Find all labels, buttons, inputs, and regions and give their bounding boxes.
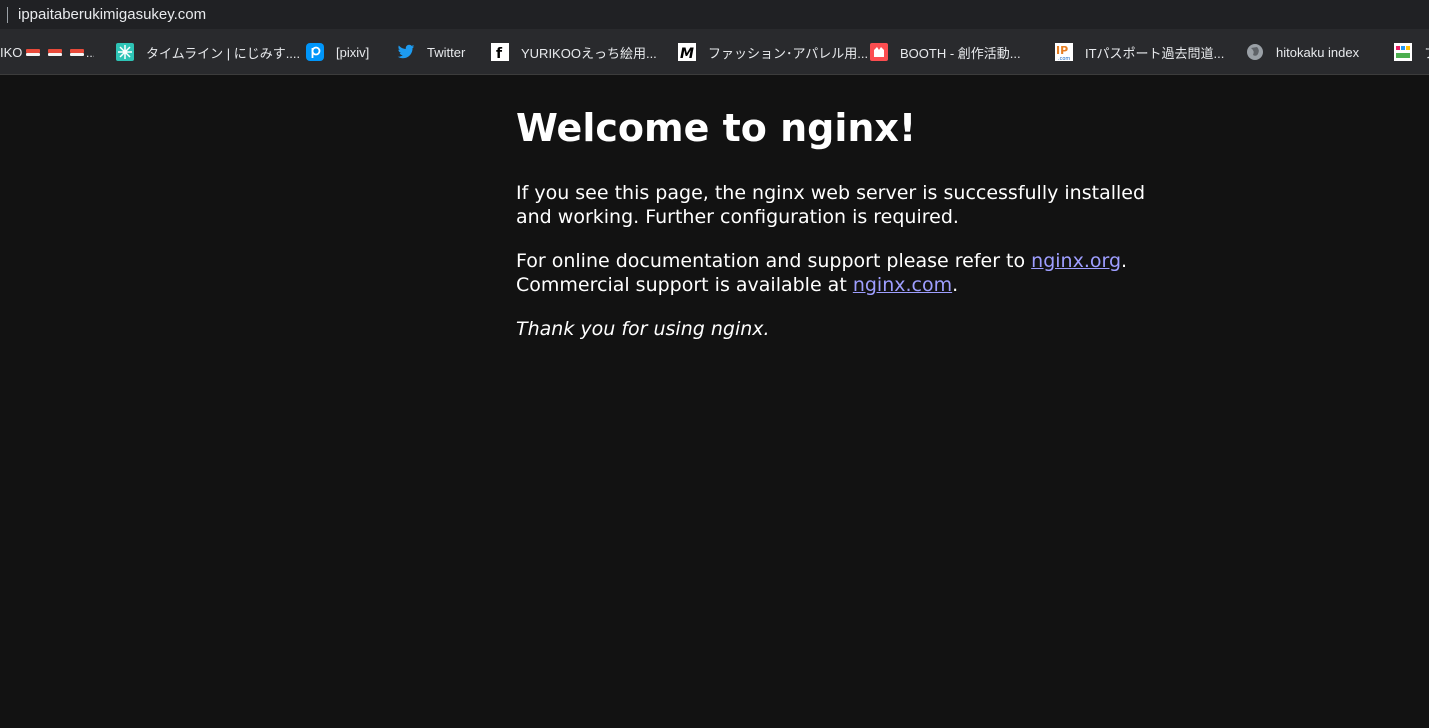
svg-text:.com: .com — [1058, 56, 1070, 61]
bookmark-iko[interactable]: IKO ... — [0, 29, 94, 74]
bookmark-twitter[interactable]: Twitter — [397, 29, 466, 74]
period: . — [1121, 250, 1128, 272]
bookmark-label: ファッション･アパレル用... — [708, 45, 869, 61]
page-content: Welcome to nginx! If you see this page, … — [516, 75, 1156, 341]
bookmark-label: BOOTH - 創作活動... — [900, 45, 1021, 61]
m-logo-icon: M — [678, 43, 696, 61]
period: . — [952, 274, 959, 296]
bookmark-itpass[interactable]: IP .com ITパスポート過去問道... — [1055, 29, 1225, 74]
bookmark-label: ITパスポート過去問道... — [1085, 45, 1225, 61]
bookmark-pixiv[interactable]: [pixiv] — [306, 29, 370, 74]
text-caret — [7, 6, 8, 23]
nginx-org-link[interactable]: nginx.org — [1031, 250, 1121, 272]
commercial-text: Commercial support is available at — [516, 274, 853, 296]
bookmark-fashion[interactable]: M ファッション･アパレル用... — [678, 29, 869, 74]
fanbox-icon: f — [491, 43, 509, 61]
url-text[interactable]: ippaitaberukimigasukey.com — [18, 6, 206, 23]
svg-text:M: M — [680, 46, 694, 61]
nijimiss-icon — [116, 43, 134, 61]
address-bar[interactable]: ippaitaberukimigasukey.com — [0, 0, 1429, 29]
bookmark-label: フ — [1424, 43, 1429, 62]
bookmark-label: hitokaku index — [1276, 44, 1360, 60]
intro-paragraph: If you see this page, the nginx web serv… — [516, 182, 1146, 228]
bookmark-label: Twitter — [427, 44, 466, 60]
booth-icon — [870, 43, 888, 61]
bookmark-label: IKO — [0, 44, 23, 60]
bookmark-booth[interactable]: BOOTH - 創作活動... — [870, 29, 1021, 74]
svg-text:f: f — [496, 46, 503, 61]
bookmark-yurikoo[interactable]: f YURIKOOえっち絵用... — [491, 29, 657, 74]
bookmark-label: [pixiv] — [336, 44, 370, 60]
bookmark-label: タイムライン | にじみす.... — [146, 45, 301, 61]
sushi-icon: ... — [26, 46, 94, 59]
ip-icon: IP .com — [1055, 43, 1073, 61]
bookmark-fantia[interactable]: フ — [1394, 29, 1429, 74]
bookmark-hitokaku[interactable]: hitokaku index — [1246, 29, 1360, 74]
svg-text:...: ... — [86, 46, 94, 59]
fantia-icon — [1394, 43, 1412, 61]
thanks-text: Thank you for using nginx. — [516, 318, 770, 340]
nginx-com-link[interactable]: nginx.com — [853, 274, 952, 296]
page-title: Welcome to nginx! — [516, 106, 917, 150]
twitter-icon — [397, 43, 415, 61]
bookmark-nijimiss[interactable]: タイムライン | にじみす.... — [116, 29, 301, 74]
bookmark-label: YURIKOOえっち絵用... — [521, 45, 657, 61]
support-paragraph: For online documentation and support ple… — [516, 249, 1156, 297]
globe-icon — [1246, 43, 1264, 61]
bookmarks-bar: IKO ... タイムライン | にじみす.... [pixiv] Twitte… — [0, 29, 1429, 75]
pixiv-icon — [306, 43, 324, 61]
support-text: For online documentation and support ple… — [516, 250, 1032, 272]
